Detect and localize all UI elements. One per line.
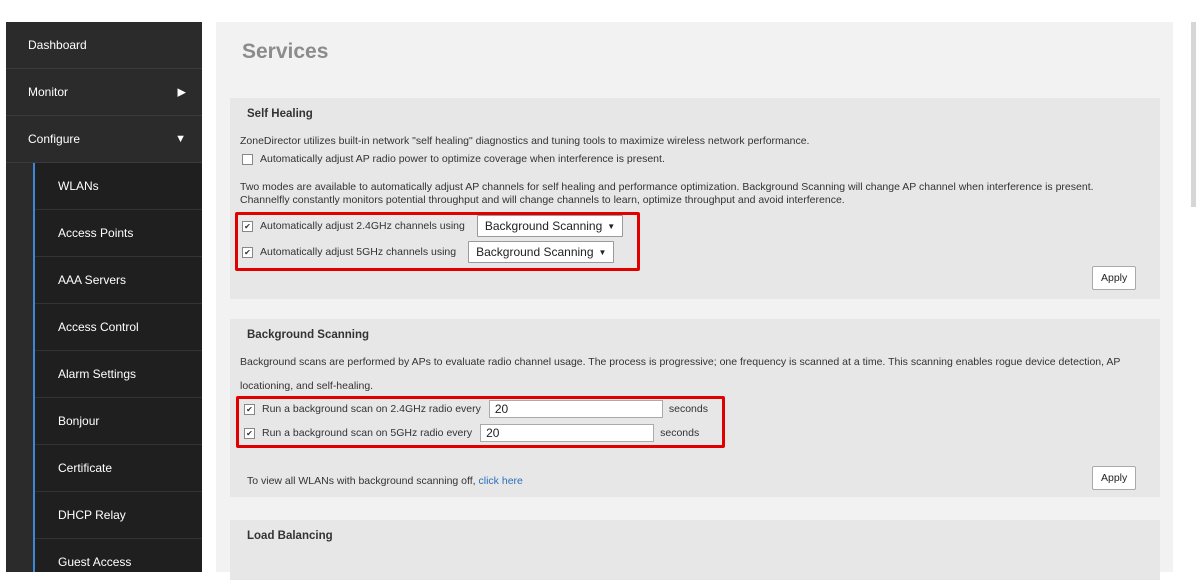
highlight-box: [235, 212, 640, 271]
sidebar-item-access-points[interactable]: Access Points: [35, 210, 202, 257]
chevron-right-icon: ▶: [177, 86, 186, 99]
click-here-link[interactable]: click here: [479, 475, 523, 487]
sidebar-item-dhcp-relay[interactable]: DHCP Relay: [35, 492, 202, 539]
sidebar-item-label: Alarm Settings: [58, 367, 137, 381]
load-balancing-title: Load Balancing: [247, 530, 333, 542]
chevron-down-icon: ▼: [175, 133, 186, 145]
sidebar-item-wlans[interactable]: WLANs: [35, 163, 202, 210]
nav-configure[interactable]: Configure ▼: [6, 116, 202, 163]
background-scanning-apply-button[interactable]: Apply: [1092, 466, 1137, 490]
sidebar-item-label: WLANs: [58, 179, 99, 193]
nav-dashboard-label: Dashboard: [28, 38, 87, 52]
background-scanning-desc-line2: locationing, and self-healing.: [240, 380, 374, 392]
highlight-box: [236, 396, 725, 448]
sidebar-item-label: Access Control: [58, 320, 139, 334]
self-healing-title: Self Healing: [247, 108, 313, 120]
modes-description-line2: Channelfly constantly monitors potential…: [240, 194, 845, 206]
nav-configure-label: Configure: [28, 132, 81, 146]
self-healing-panel: Self Healing ZoneDirector utilizes built…: [230, 98, 1160, 299]
sidebar-item-label: Access Points: [58, 226, 134, 240]
background-scanning-title: Background Scanning: [247, 329, 370, 341]
sidebar-item-access-control[interactable]: Access Control: [35, 304, 202, 351]
sidebar-item-label: Guest Access: [58, 555, 132, 569]
sidebar-item-aaa-servers[interactable]: AAA Servers: [35, 257, 202, 304]
sidebar-item-guest-access[interactable]: Guest Access: [35, 539, 202, 572]
main-content: Services Self Healing ZoneDirector utili…: [216, 22, 1173, 580]
nav-monitor[interactable]: Monitor ▶: [6, 69, 202, 116]
self-healing-intro: ZoneDirector utilizes built-in network "…: [240, 135, 810, 147]
sidebar-nav: Dashboard Monitor ▶ Configure ▼ WLANs Ac…: [6, 22, 202, 572]
nav-monitor-label: Monitor: [28, 85, 69, 99]
auto-power-option: Automatically adjust AP radio power to o…: [242, 153, 665, 165]
auto-power-checkbox[interactable]: [242, 153, 253, 165]
configure-submenu: WLANs Access Points AAA Servers Access C…: [33, 163, 202, 572]
self-healing-apply-button[interactable]: Apply: [1092, 266, 1137, 290]
page-title: Services: [242, 40, 329, 63]
sidebar-item-alarm-settings[interactable]: Alarm Settings: [35, 351, 202, 398]
sidebar-item-label: AAA Servers: [58, 273, 127, 287]
auto-power-label: Automatically adjust AP radio power to o…: [260, 153, 665, 165]
sidebar-item-label: Bonjour: [58, 414, 100, 428]
modes-description-line1: Two modes are available to automatically…: [240, 181, 1094, 193]
sidebar-item-bonjour[interactable]: Bonjour: [35, 398, 202, 445]
sidebar-item-certificate[interactable]: Certificate: [35, 445, 202, 492]
sidebar-item-label: Certificate: [58, 461, 113, 475]
sidebar-item-label: DHCP Relay: [58, 508, 126, 522]
view-wlans-label: To view all WLANs with background scanni…: [247, 475, 479, 487]
view-wlans-text: To view all WLANs with background scanni…: [247, 475, 523, 488]
nav-dashboard[interactable]: Dashboard: [6, 22, 202, 69]
background-scanning-desc-line1: Background scans are performed by APs to…: [240, 356, 1121, 368]
load-balancing-panel: Load Balancing: [230, 520, 1160, 580]
page-scrollbar[interactable]: [1191, 22, 1196, 207]
background-scanning-panel: Background Scanning Background scans are…: [230, 319, 1160, 497]
